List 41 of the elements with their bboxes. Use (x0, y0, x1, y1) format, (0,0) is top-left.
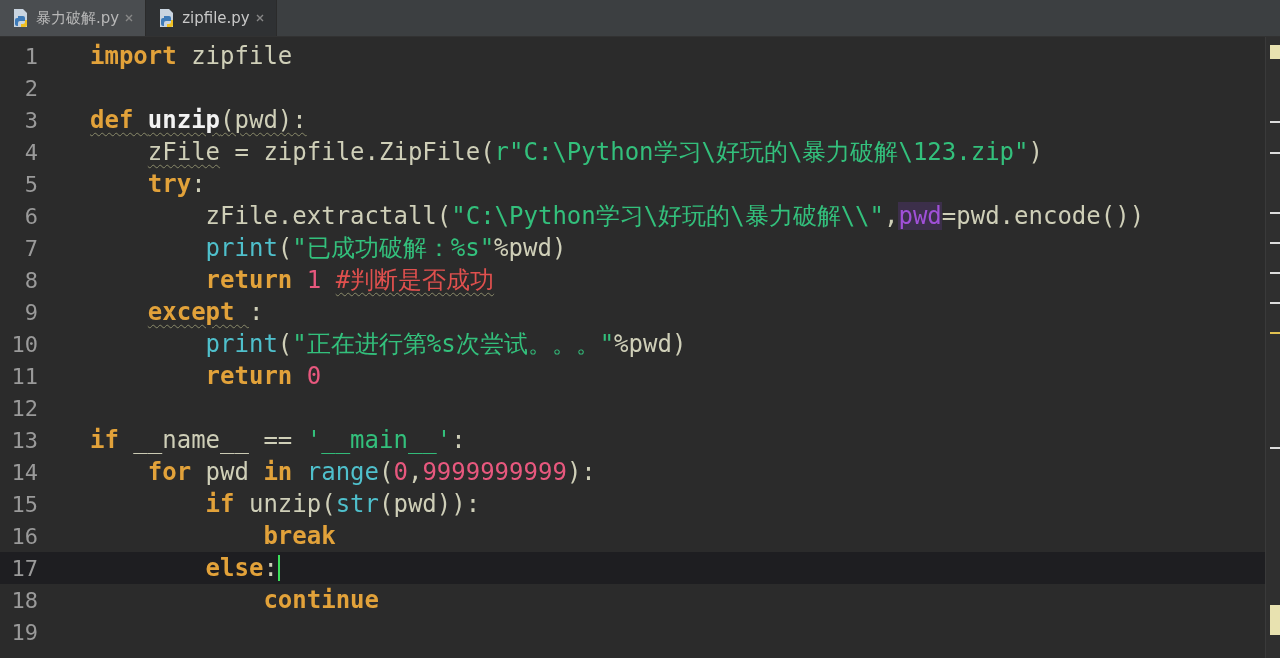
line-number: 19 (10, 619, 39, 645)
code-line: break (262, 522, 336, 550)
line-number: 18 (10, 587, 39, 613)
line-number: 13 (10, 427, 39, 453)
line-number: 15 (10, 491, 39, 517)
code-line: for pwd in range(0,9999999999): (146, 458, 596, 486)
code-line: else: (204, 554, 278, 582)
line-number: 9 (23, 299, 39, 325)
line-number: 1 (23, 43, 39, 69)
line-number: 11 (10, 363, 39, 389)
text-cursor (277, 555, 280, 581)
line-number: 5 (23, 171, 39, 197)
code-line: zFile = zipfile.ZipFile(r"C:\Python学习\好玩的\暴力破解\123.zip") (146, 137, 1043, 168)
code-line: return 1 #判断是否成功 (204, 265, 495, 296)
line-number: 4 (23, 139, 39, 165)
close-icon[interactable] (125, 12, 134, 24)
close-icon[interactable] (255, 12, 264, 24)
line-number: 10 (10, 331, 39, 357)
file-tab[interactable]: 暴力破解.py (0, 0, 147, 36)
line-number: 12 (10, 395, 39, 421)
python-file-icon (12, 8, 30, 28)
code-line: import zipfile (90, 42, 293, 70)
line-number: 16 (10, 523, 39, 549)
code-line: try: (146, 170, 206, 198)
file-tab[interactable]: zipfile.py (146, 0, 277, 36)
code-line: return 0 (204, 362, 322, 390)
code-line: print("正在进行第%s次尝试。。。"%pwd) (204, 329, 687, 360)
line-number: 3 (23, 107, 39, 133)
line-number: 6 (23, 203, 39, 229)
line-number: 17 (10, 555, 39, 581)
code-line: def unzip(pwd): (90, 106, 307, 134)
line-number: 2 (23, 75, 39, 101)
code-line: zFile.extractall("C:\Python学习\好玩的\暴力破解\\",pwd=pwd.encode()) (204, 201, 1145, 232)
code-line: except : (146, 298, 264, 326)
code-line: if unzip(str(pwd)): (204, 490, 481, 518)
line-number: 7 (23, 235, 39, 261)
code-line: continue (262, 586, 379, 614)
line-number: 14 (10, 459, 39, 485)
line-number: 8 (23, 267, 39, 293)
code-line: print("已成功破解：%s"%pwd) (204, 233, 567, 264)
code-line: if __name__ == '__main__': (90, 426, 466, 454)
